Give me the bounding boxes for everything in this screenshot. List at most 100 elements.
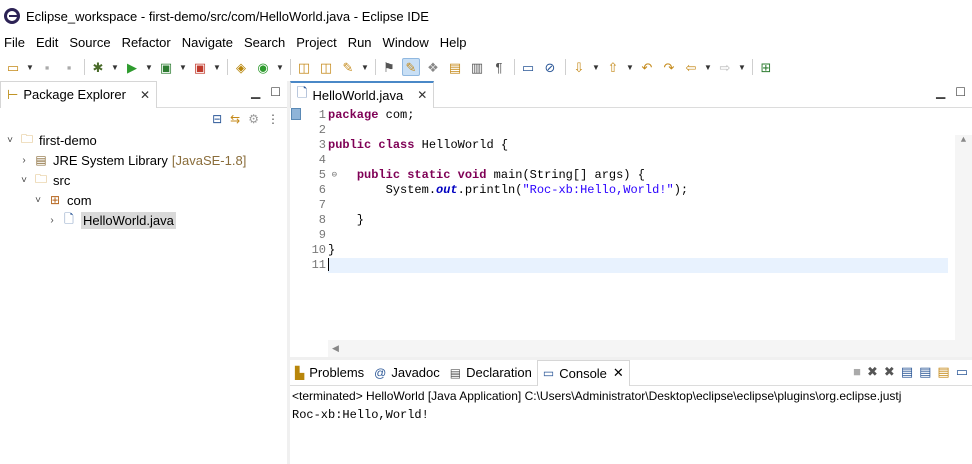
close-icon[interactable]: ✕ (417, 88, 427, 102)
back-icon[interactable]: ⇦ (682, 58, 700, 76)
tab-console[interactable]: ▭ Console ✕ (536, 359, 630, 386)
remove-launch-icon[interactable]: ✖ (867, 364, 878, 380)
save-all-icon[interactable]: ▪ (60, 58, 78, 76)
overview-ruler (290, 108, 302, 340)
java-editor: 🗋 HelloWorld.java ✕ ▁ ☐ 1 2 3 4 5 ⊖ 6 7 8… (290, 80, 972, 367)
view-menu-icon[interactable]: ⋮ (267, 112, 279, 126)
minimize-icon[interactable]: ▁ (251, 85, 260, 99)
line-number: 4 (318, 153, 326, 167)
string-literal: "Roc-xb:Hello,World!" (522, 183, 674, 197)
menu-search[interactable]: Search (239, 35, 290, 50)
close-icon[interactable]: ✕ (613, 365, 624, 381)
new-icon[interactable]: ▭ (4, 58, 22, 76)
tree-item-src[interactable]: ˅ 🗀 src (0, 170, 287, 190)
menu-help[interactable]: Help (435, 35, 472, 50)
code-area[interactable]: 1 2 3 4 5 ⊖ 6 7 8 9 10 11 package com; pu… (290, 108, 972, 367)
pin-console-icon[interactable]: ▤ (937, 364, 949, 380)
toolbar-separator (84, 59, 85, 75)
coverage-dropdown-icon[interactable]: ▼ (179, 58, 187, 76)
run-icon[interactable]: ▶ (123, 58, 141, 76)
code-line-11-current (328, 258, 948, 273)
minimize-icon[interactable]: ▁ (936, 85, 945, 99)
maximize-icon[interactable]: ☐ (270, 85, 281, 99)
search-dropdown-icon[interactable]: ▼ (361, 58, 369, 76)
forward-icon[interactable]: ⇨ (716, 58, 734, 76)
collapsed-arrow-icon[interactable]: › (46, 215, 58, 226)
tree-item-first-demo[interactable]: ˅ 🗀 first-demo (0, 130, 287, 150)
tab-helloworld-java[interactable]: 🗋 HelloWorld.java ✕ (290, 80, 435, 108)
pin-editor-icon[interactable]: ⊘ (541, 58, 559, 76)
save-icon[interactable]: ▪ (38, 58, 56, 76)
coverage-icon[interactable]: ▣ (157, 58, 175, 76)
collapsed-arrow-icon[interactable]: › (18, 155, 30, 166)
open-perspective-icon[interactable]: ⊞ (757, 58, 775, 76)
new-java-project-icon[interactable]: ◈ (232, 58, 250, 76)
link-with-editor-icon[interactable]: ⇆ (230, 112, 240, 126)
tree-item-jre-library[interactable]: › ▤ JRE System Library [JavaSE-1.8] (0, 150, 287, 170)
forward-dropdown-icon[interactable]: ▼ (738, 58, 746, 76)
terminal-icon[interactable]: ▭ (519, 58, 537, 76)
remove-all-terminated-icon[interactable]: ✖ (884, 364, 895, 380)
close-icon[interactable]: ✕ (140, 88, 150, 102)
forward-edit-icon[interactable]: ↷ (660, 58, 678, 76)
toggle-word-wrap-icon[interactable]: ▤ (446, 58, 464, 76)
terminate-icon[interactable]: ■ (853, 364, 861, 380)
scroll-lock-icon[interactable]: ▤ (901, 364, 913, 380)
tab-package-explorer[interactable]: ⊢ Package Explorer ✕ (0, 80, 158, 108)
menu-file[interactable]: File (0, 35, 30, 50)
word-wrap-icon[interactable]: ▤ (919, 364, 931, 380)
run-dropdown-icon[interactable]: ▼ (145, 58, 153, 76)
expanded-arrow-icon[interactable]: ˅ (4, 135, 16, 146)
console-output[interactable]: Roc-xb:Hello,World! (290, 406, 972, 424)
line-number: 8 (318, 213, 326, 227)
new-dropdown-icon[interactable]: ▼ (26, 58, 34, 76)
pilcrow-icon[interactable]: ¶ (490, 58, 508, 76)
editor-horizontal-scrollbar[interactable]: ◀ (328, 340, 972, 357)
tree-item-com[interactable]: ˅ ⊞ com (0, 190, 287, 210)
editor-vertical-scrollbar[interactable]: ▲ (955, 135, 972, 367)
tab-declaration[interactable]: ▤ Declaration (445, 360, 537, 386)
tab-javadoc[interactable]: @ Javadoc (369, 360, 445, 386)
external-tools-icon[interactable]: ▣ (191, 58, 209, 76)
window-title: Eclipse_workspace - first-demo/src/com/H… (26, 8, 429, 24)
new-class-icon[interactable]: ◉ (254, 58, 272, 76)
debug-icon[interactable]: ✱ (89, 58, 107, 76)
code-line-5: public static void main(String[] args) { (328, 168, 948, 183)
tree-item-helloworld[interactable]: › 🗋 HelloWorld.java (0, 210, 287, 230)
expanded-arrow-icon[interactable]: ˅ (18, 175, 30, 186)
debug-dropdown-icon[interactable]: ▼ (111, 58, 119, 76)
menu-window[interactable]: Window (378, 35, 434, 50)
tab-problems[interactable]: ▙ Problems (290, 360, 369, 386)
block-selection-icon[interactable]: ❖ (424, 58, 442, 76)
menu-edit[interactable]: Edit (31, 35, 63, 50)
display-console-icon[interactable]: ▭ (956, 364, 968, 380)
menu-source[interactable]: Source (64, 35, 115, 50)
open-type-icon[interactable]: ◫ (295, 58, 313, 76)
search-icon[interactable]: ✎ (339, 58, 357, 76)
last-edit-location-icon[interactable]: ↶ (638, 58, 656, 76)
menu-project[interactable]: Project (291, 35, 341, 50)
keyword: void (457, 168, 487, 182)
maximize-icon[interactable]: ☐ (955, 85, 966, 99)
menu-navigate[interactable]: Navigate (177, 35, 238, 50)
toggle-breadcrumb-icon[interactable]: ⚑ (380, 58, 398, 76)
collapse-all-icon[interactable]: ⊟ (212, 112, 222, 126)
scroll-up-arrow-icon[interactable]: ▲ (955, 135, 972, 145)
menu-refactor[interactable]: Refactor (117, 35, 176, 50)
back-dropdown-icon[interactable]: ▼ (704, 58, 712, 76)
code-text[interactable]: package com; public class HelloWorld { p… (328, 108, 948, 340)
new-class-dropdown-icon[interactable]: ▼ (276, 58, 284, 76)
next-annotation-dropdown-icon[interactable]: ▼ (592, 58, 600, 76)
menu-run[interactable]: Run (343, 35, 377, 50)
filters-icon[interactable]: ⚙ (248, 112, 259, 126)
mark-occurrences-icon[interactable]: ✎ (402, 58, 420, 76)
scroll-left-arrow-icon[interactable]: ◀ (328, 343, 339, 353)
external-tools-dropdown-icon[interactable]: ▼ (213, 58, 221, 76)
open-task-icon[interactable]: ◫ (317, 58, 335, 76)
expanded-arrow-icon[interactable]: ˅ (32, 195, 44, 206)
next-annotation-icon[interactable]: ⇩ (570, 58, 588, 76)
previous-annotation-dropdown-icon[interactable]: ▼ (626, 58, 634, 76)
previous-annotation-icon[interactable]: ⇧ (604, 58, 622, 76)
show-whitespace-icon[interactable]: ▥ (468, 58, 486, 76)
